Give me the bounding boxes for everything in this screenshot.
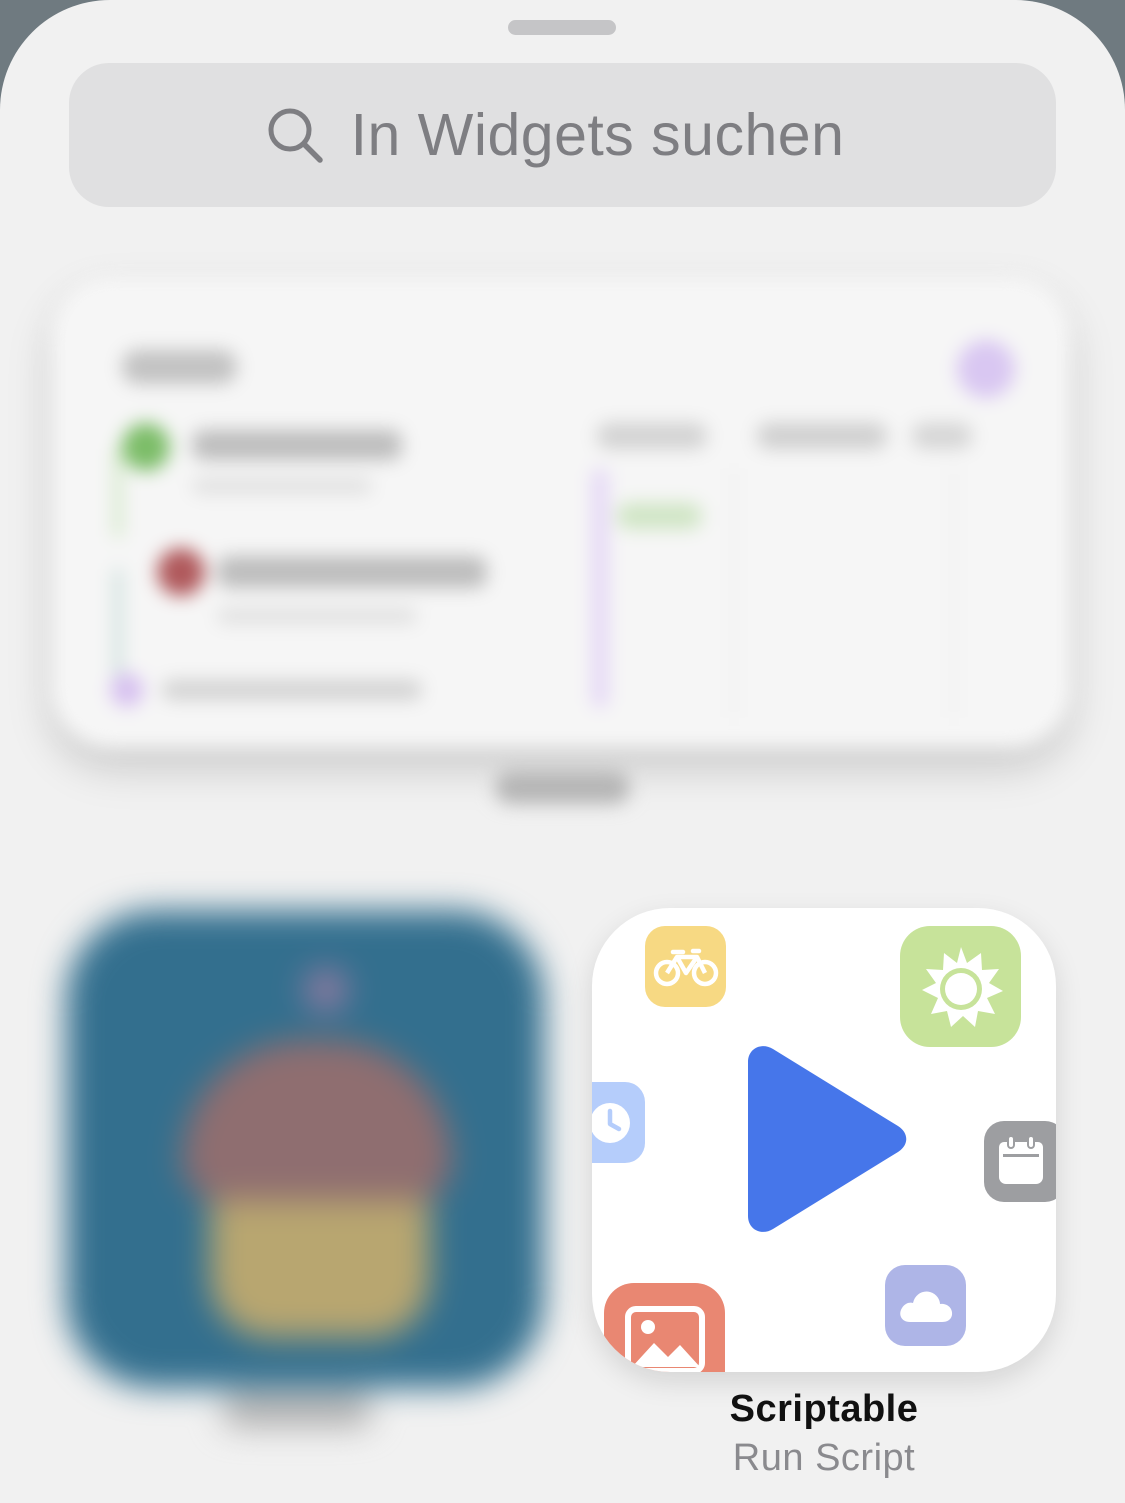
blurred-badge (957, 340, 1015, 398)
blurred-large-widget-preview[interactable] (40, 258, 1085, 858)
blurred-purple-dot (110, 673, 144, 707)
photo-icon (624, 1305, 705, 1372)
widget-kind-name: Run Script (732, 1437, 916, 1479)
bicycle-tile (645, 926, 726, 1007)
search-placeholder: In Widgets suchen (350, 102, 845, 168)
bicycle-icon (653, 948, 718, 986)
scriptable-widget-preview[interactable] (592, 908, 1056, 1372)
blurred-column-header (912, 423, 972, 449)
widget-gallery-sheet: In Widgets suchen Scriptable Run Script (0, 0, 1125, 1503)
sun-tile (900, 926, 1021, 1047)
widget-app-name: Scriptable (729, 1388, 919, 1430)
search-field-content: In Widgets suchen (265, 101, 845, 169)
cloud-tile (885, 1265, 966, 1346)
blurred-text-line (217, 556, 487, 588)
calendar-icon (998, 1134, 1043, 1184)
blurred-timeline-bar (592, 468, 608, 708)
blurred-small-widget-preview[interactable] (42, 888, 562, 1488)
blurred-widget-caption (222, 1393, 372, 1427)
blurred-event-bar (617, 503, 702, 529)
photo-tile (604, 1283, 725, 1372)
search-icon (268, 108, 323, 163)
blurred-red-dot (157, 548, 205, 596)
blurred-grid-line (952, 468, 956, 718)
blurred-accent-line (114, 568, 122, 678)
blurred-text-line (192, 478, 372, 494)
blurred-widget-caption (495, 772, 630, 804)
blurred-widget-card (52, 278, 1070, 748)
widget-search-field[interactable]: In Widgets suchen (69, 63, 1056, 207)
clock-icon (592, 1102, 630, 1143)
blurred-text-line (217, 608, 417, 624)
clock-tile (592, 1082, 645, 1163)
blurred-column-header (597, 423, 707, 449)
blurred-text-line (192, 430, 402, 460)
sun-icon (921, 946, 1003, 1027)
blurred-accent-line (114, 448, 122, 538)
blurred-grid-line (732, 468, 736, 718)
blurred-text-line (162, 680, 422, 700)
calendar-tile (984, 1121, 1056, 1202)
blurred-cupcake-cherry (304, 968, 348, 1012)
cloud-icon (899, 1290, 952, 1322)
blurred-widget-title (122, 350, 237, 384)
blurred-green-dot (122, 423, 170, 471)
play-icon (748, 1046, 907, 1232)
sheet-grabber-handle[interactable] (508, 20, 616, 35)
blurred-column-header (757, 423, 887, 449)
